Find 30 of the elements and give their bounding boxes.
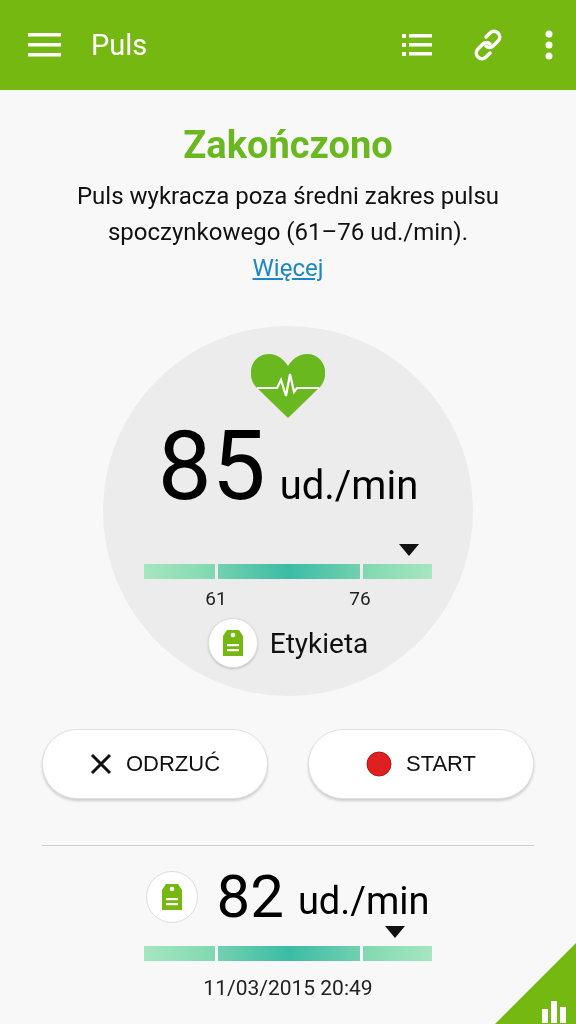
more-link[interactable]: Więcej — [252, 254, 324, 282]
heart-pulse-icon — [251, 352, 325, 418]
list-icon[interactable] — [402, 33, 432, 57]
timestamp: 11/03/2015 20:49 — [203, 976, 373, 1000]
more-options-icon[interactable] — [544, 30, 554, 60]
range-bar-segment — [363, 564, 432, 579]
range-bar-segment — [144, 946, 215, 961]
range-bar-segment — [363, 946, 432, 961]
app-title: Puls — [91, 28, 149, 62]
status-heading: Zakończono — [183, 122, 393, 168]
heart-rate-value: 85 — [157, 414, 266, 518]
range-label: 61 — [204, 587, 228, 610]
menu-icon[interactable] — [28, 33, 61, 57]
start-button[interactable]: START — [308, 729, 534, 799]
record-dot-icon — [365, 751, 392, 777]
tag-label: Etykieta — [269, 626, 369, 660]
range-bar-segment — [144, 564, 215, 579]
pointer-marker — [398, 544, 419, 556]
tag-icon — [161, 882, 184, 912]
tag-icon — [221, 628, 244, 658]
discard-button[interactable]: ODRZUĆ — [42, 729, 268, 799]
heart-rate-value: 82 — [216, 864, 284, 930]
unit-label: ud./min — [279, 462, 419, 509]
result-message: Puls wykracza poza średni zakres pulsu spoczynkowego (61–76 ud./min). Więcej — [75, 181, 501, 284]
unit-label: ud./min — [297, 879, 430, 923]
pointer-marker — [384, 926, 405, 938]
tag-button[interactable] — [207, 618, 258, 668]
range-label: 76 — [348, 587, 372, 610]
link-icon[interactable] — [472, 29, 504, 61]
close-icon — [89, 753, 112, 775]
